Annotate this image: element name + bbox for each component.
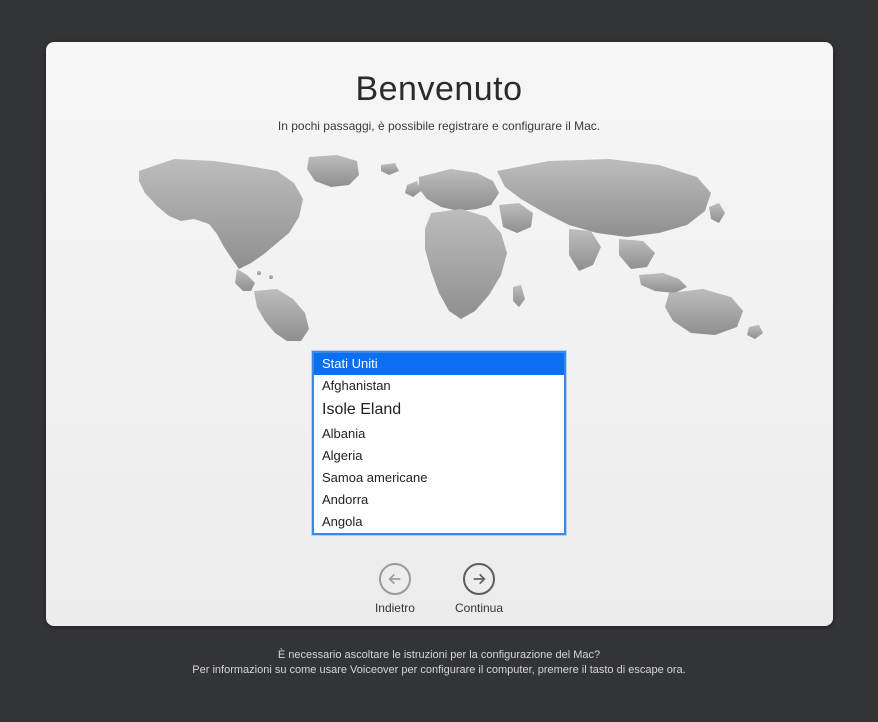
country-list[interactable]: Stati UnitiAfghanistanIsole ElandAlbania… [312,351,566,535]
footer-line-1: È necessario ascoltare le istruzioni per… [192,648,685,663]
page-subtitle: In pochi passaggi, è possibile registrar… [278,119,600,133]
country-list-item[interactable]: Angola [314,511,564,533]
nav-buttons: Indietro Continua [375,563,503,615]
footer-line-2: Per informazioni su come usare Voiceover… [192,663,685,678]
page-title: Benvenuto [355,70,522,109]
country-list-item[interactable]: Afghanistan [314,375,564,397]
country-list-item[interactable]: Albania [314,423,564,445]
country-list-item[interactable]: Andorra [314,489,564,511]
back-button-label: Indietro [375,601,415,615]
setup-panel: Benvenuto In pochi passaggi, è possibile… [46,42,833,626]
country-list-item[interactable]: Algeria [314,445,564,467]
world-map-icon [99,151,779,341]
arrow-right-icon [463,563,495,595]
back-button[interactable]: Indietro [375,563,415,615]
world-map [99,151,779,341]
continue-button[interactable]: Continua [455,563,503,615]
country-list-item[interactable]: Samoa americane [314,467,564,489]
continue-button-label: Continua [455,601,503,615]
country-list-item[interactable]: Stati Uniti [314,353,564,375]
country-list-item[interactable]: Isole Eland [314,397,564,423]
arrow-left-icon [379,563,411,595]
footer-text: È necessario ascoltare le istruzioni per… [192,648,685,678]
